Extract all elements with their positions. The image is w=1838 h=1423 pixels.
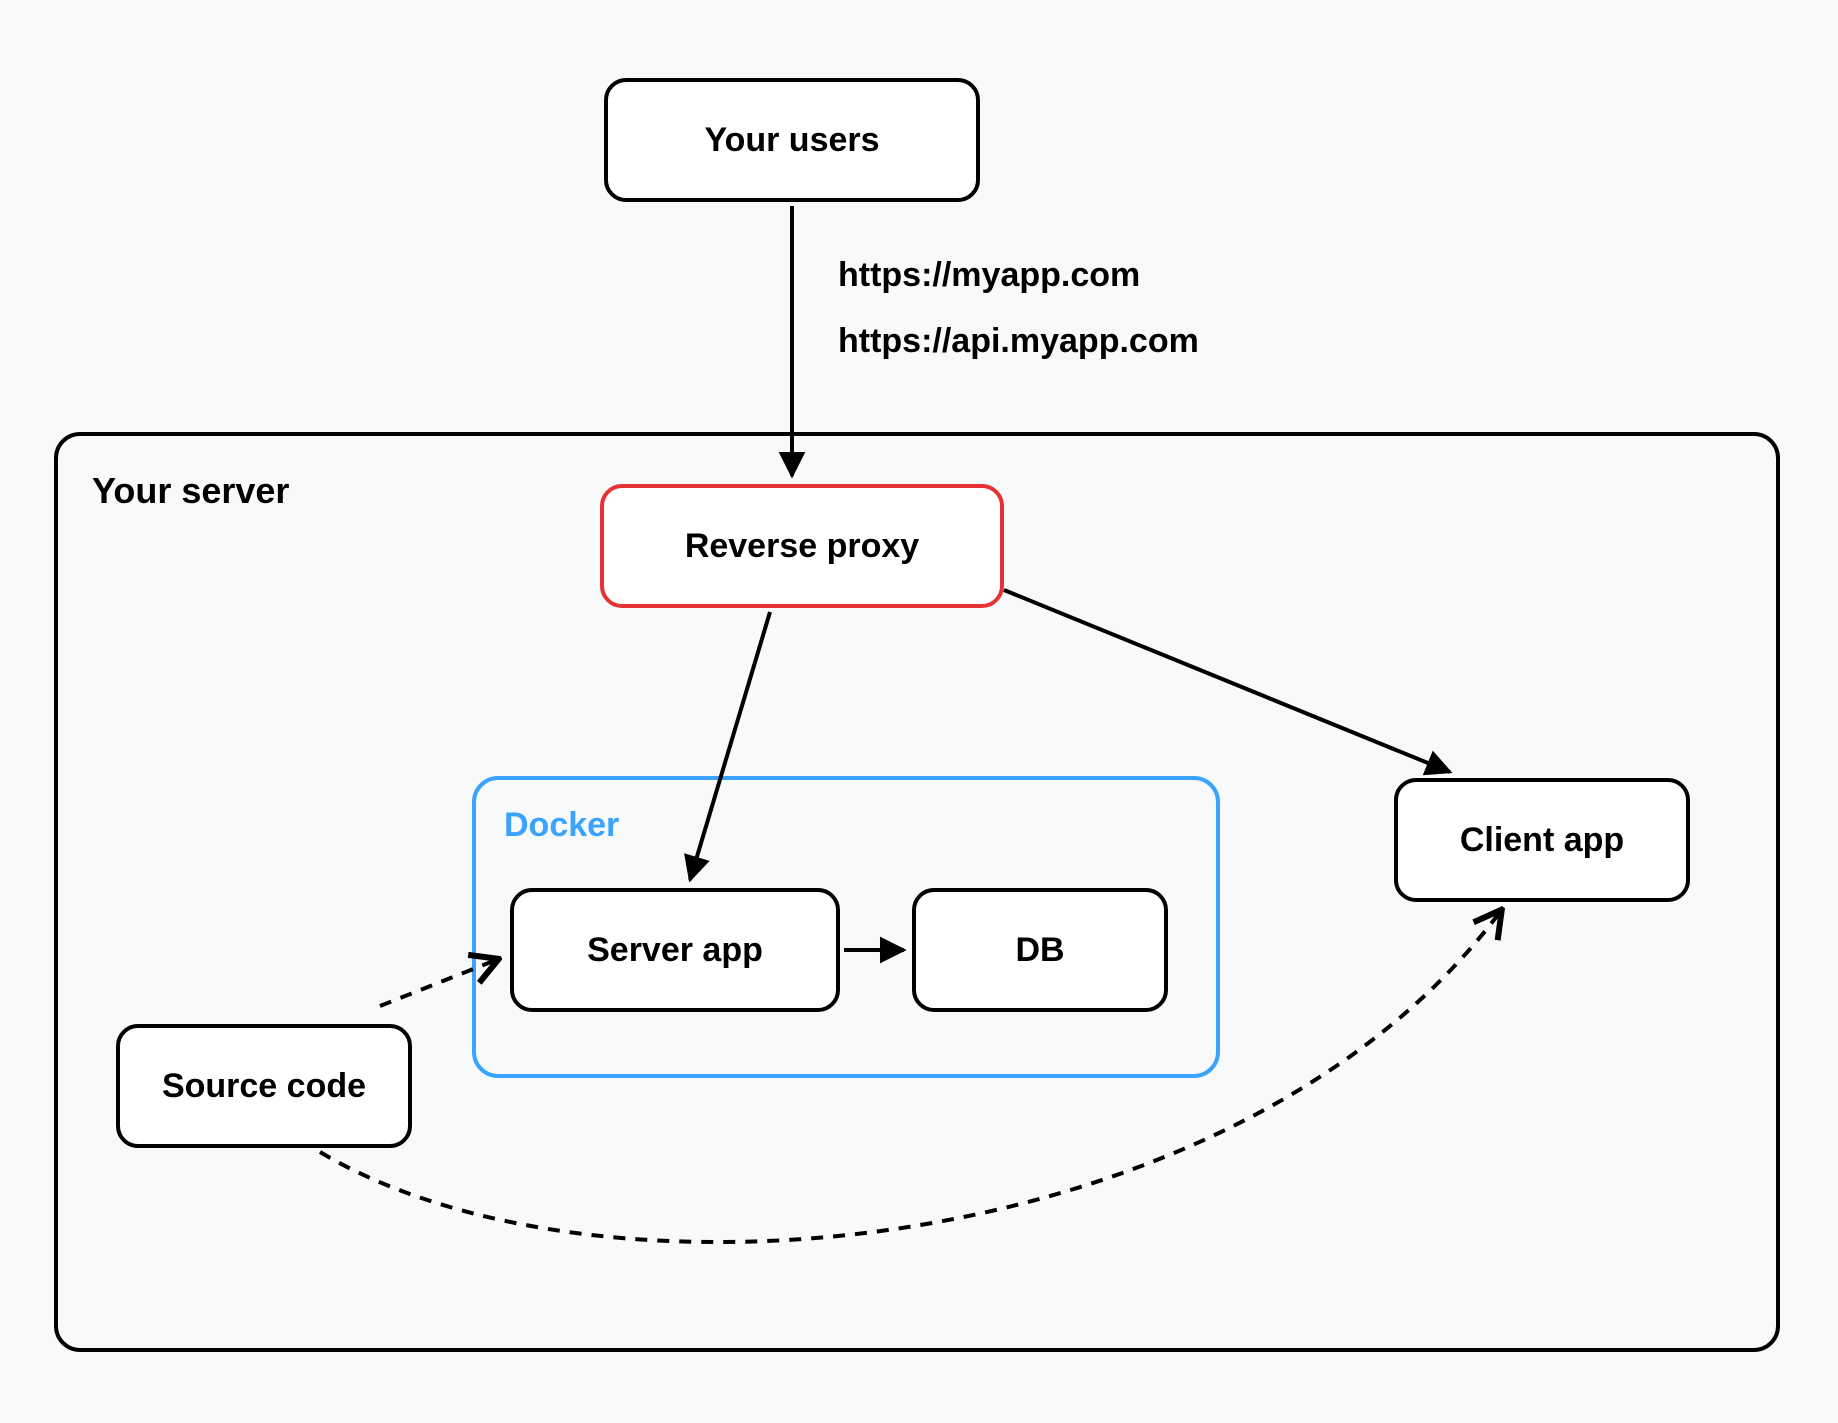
container-docker-label: Docker: [504, 806, 619, 845]
edge-label-users-to-proxy-1: https://myapp.com: [838, 256, 1140, 295]
diagram-canvas: Your users Your server Reverse proxy Doc…: [0, 0, 1838, 1423]
node-server-app-label: Server app: [587, 931, 763, 970]
node-reverse-proxy: Reverse proxy: [600, 484, 1004, 608]
edge-label-users-to-proxy-2: https://api.myapp.com: [838, 322, 1199, 361]
node-reverse-proxy-label: Reverse proxy: [685, 527, 919, 566]
node-source-code: Source code: [116, 1024, 412, 1148]
node-client-app-label: Client app: [1460, 821, 1624, 860]
container-your-server-label: Your server: [92, 470, 289, 512]
node-your-users-label: Your users: [704, 121, 879, 160]
node-server-app: Server app: [510, 888, 840, 1012]
node-db: DB: [912, 888, 1168, 1012]
node-your-users: Your users: [604, 78, 980, 202]
node-client-app: Client app: [1394, 778, 1690, 902]
node-source-code-label: Source code: [162, 1067, 366, 1106]
node-db-label: DB: [1015, 931, 1064, 970]
